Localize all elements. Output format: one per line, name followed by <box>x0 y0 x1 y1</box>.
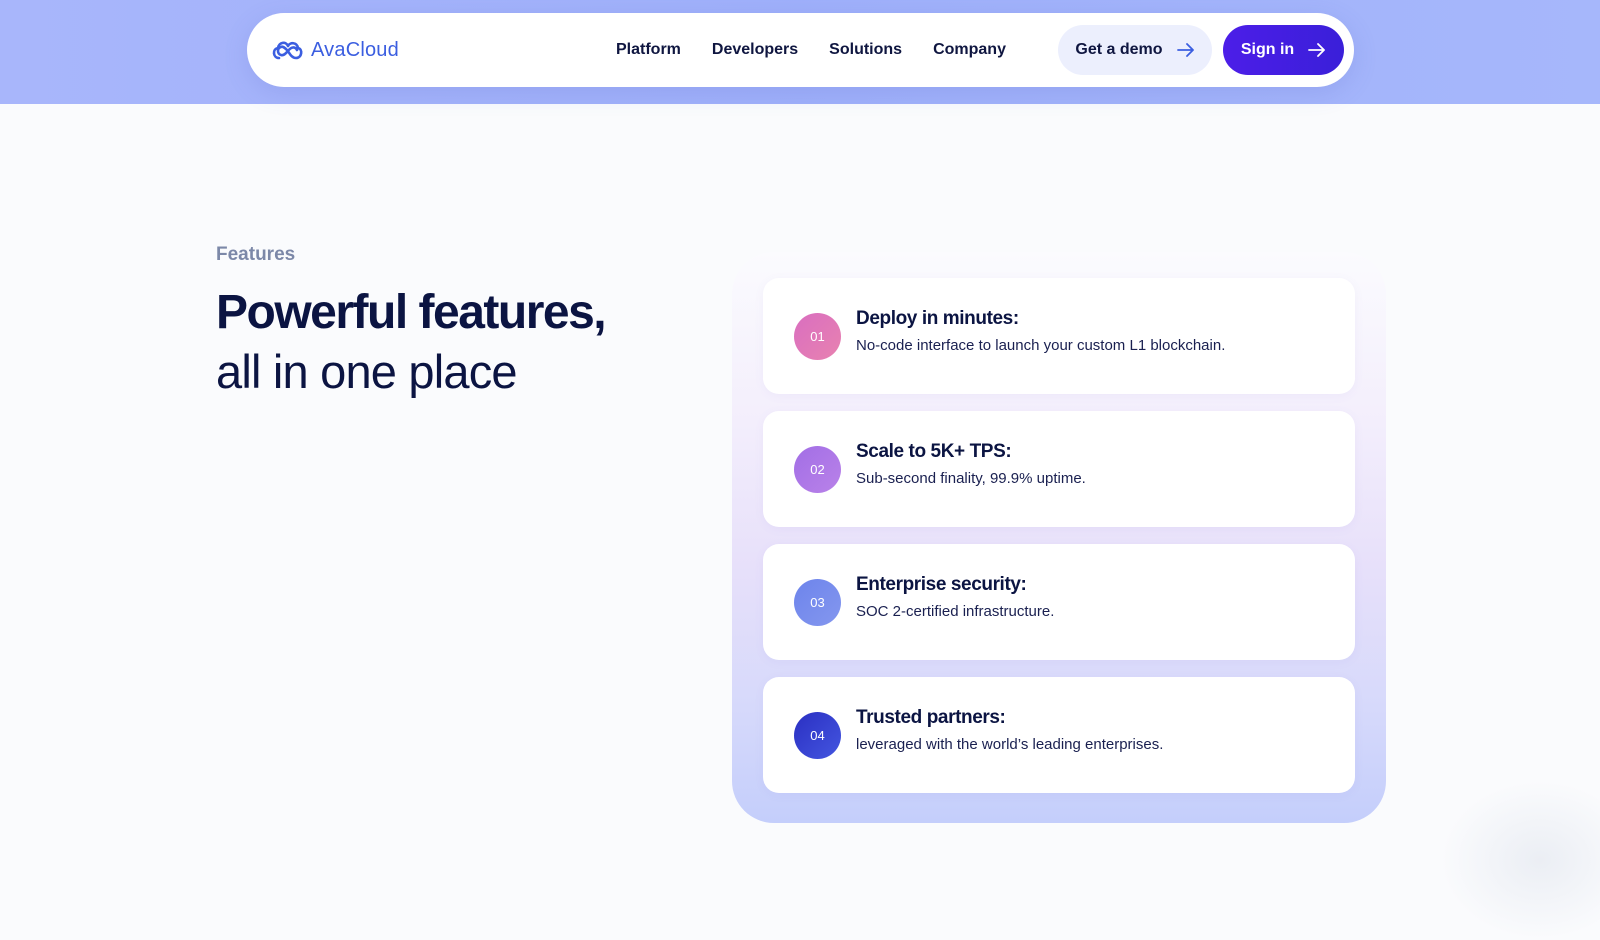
arrow-right-icon <box>1176 43 1195 57</box>
feature-description: leveraged with the world’s leading enter… <box>856 736 1164 753</box>
feature-title: Trusted partners: <box>856 707 1006 728</box>
feature-description: Sub-second finality, 99.9% uptime. <box>856 470 1086 487</box>
section-eyebrow: Features <box>216 244 296 265</box>
nav-link-platform[interactable]: Platform <box>616 41 681 59</box>
feature-title: Deploy in minutes: <box>856 308 1019 329</box>
navbar: AvaCloud Platform Developers Solutions C… <box>247 13 1354 87</box>
feature-number-badge: 03 <box>794 579 841 626</box>
page-title: Powerful features, all in one place <box>216 284 676 402</box>
headline-light: all in one place <box>216 345 518 398</box>
sign-in-label: Sign in <box>1240 41 1295 58</box>
feature-card: 02 Scale to 5K+ TPS: Sub-second finality… <box>763 411 1355 527</box>
feature-card: 04 Trusted partners: leveraged with the … <box>763 677 1355 793</box>
brand-name: AvaCloud <box>311 38 399 61</box>
feature-card: 01 Deploy in minutes: No-code interface … <box>763 278 1355 394</box>
feature-number-badge: 02 <box>794 446 841 493</box>
nav-links: Platform Developers Solutions Company <box>616 13 1037 87</box>
feature-title: Scale to 5K+ TPS: <box>856 441 1012 462</box>
logo-link[interactable]: AvaCloud <box>269 33 399 67</box>
get-demo-button[interactable]: Get a demo <box>1058 25 1212 75</box>
feature-number-badge: 04 <box>794 712 841 759</box>
sign-in-button[interactable]: Sign in <box>1223 25 1344 75</box>
feature-title: Enterprise security: <box>856 574 1027 595</box>
arrow-right-icon <box>1308 43 1326 57</box>
feature-description: No-code interface to launch your custom … <box>856 337 1226 354</box>
get-demo-label: Get a demo <box>1075 41 1163 58</box>
background-glow <box>1440 780 1600 940</box>
nav-link-solutions[interactable]: Solutions <box>829 41 902 59</box>
nav-link-company[interactable]: Company <box>933 41 1006 59</box>
feature-number-badge: 01 <box>794 313 841 360</box>
headline-strong: Powerful features, <box>216 286 607 339</box>
nav-link-developers[interactable]: Developers <box>712 41 798 59</box>
features-panel: 01 Deploy in minutes: No-code interface … <box>732 252 1386 823</box>
feature-description: SOC 2-certified infrastructure. <box>856 603 1055 620</box>
cloud-infinity-icon <box>272 41 303 60</box>
feature-card: 03 Enterprise security: SOC 2-certified … <box>763 544 1355 660</box>
